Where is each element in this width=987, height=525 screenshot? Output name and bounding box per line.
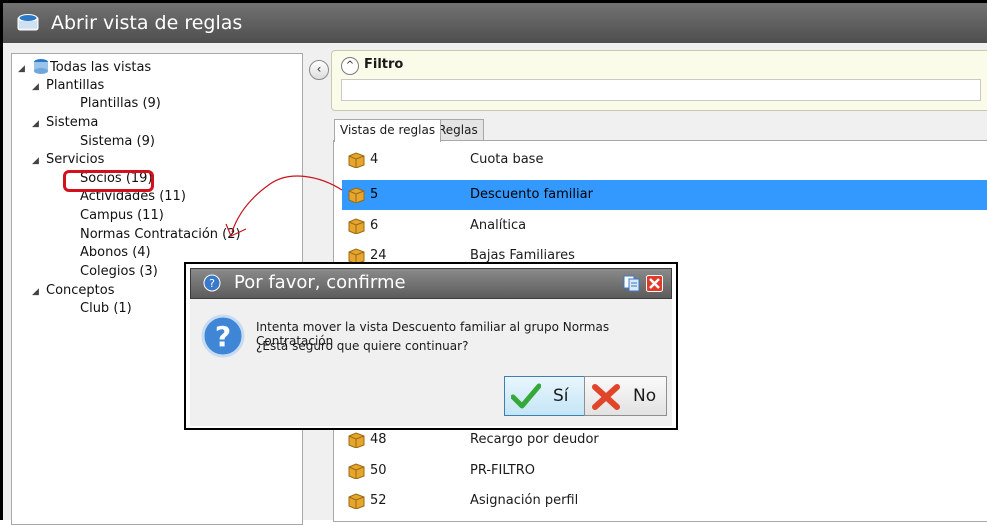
tree-group-label: Conceptos bbox=[46, 283, 115, 298]
view-name: Cuota base bbox=[470, 152, 544, 167]
tree-root-label: Todas las vistas bbox=[50, 60, 152, 75]
window-titlebar: Abrir vista de reglas bbox=[3, 3, 987, 43]
list-item-selected[interactable]: 5 Descuento familiar bbox=[342, 180, 987, 210]
tree-group-sistema[interactable]: ◢ Sistema bbox=[32, 114, 98, 132]
tree-group-plantillas[interactable]: ◢ Plantillas bbox=[32, 77, 104, 95]
collapse-panel-button[interactable]: ‹ bbox=[309, 60, 329, 80]
view-name: Asignación perfil bbox=[470, 493, 579, 508]
tree-group-label: Servicios bbox=[46, 152, 105, 167]
view-name: Analítica bbox=[470, 218, 527, 233]
expand-arrow-icon[interactable]: ◢ bbox=[32, 115, 46, 133]
view-id: 50 bbox=[370, 463, 387, 478]
filter-panel: ^ Filtro bbox=[331, 50, 987, 111]
tree-group-servicios[interactable]: ◢ Servicios bbox=[32, 151, 104, 169]
tree-item-campus[interactable]: Campus (11) bbox=[80, 207, 164, 225]
list-item[interactable]: 52 Asignación perfil bbox=[342, 486, 987, 516]
view-id: 52 bbox=[370, 493, 387, 508]
list-item[interactable]: 6 Analítica bbox=[342, 211, 987, 241]
svg-text:?: ? bbox=[209, 277, 215, 290]
copy-icon[interactable] bbox=[623, 275, 640, 292]
chevron-up-icon[interactable]: ^ bbox=[341, 57, 359, 75]
tree-item-normas-contratacion[interactable]: Normas Contratación (2) bbox=[80, 226, 241, 244]
close-icon[interactable] bbox=[646, 275, 663, 292]
list-item[interactable]: 50 PR-FILTRO bbox=[342, 456, 987, 486]
view-id: 4 bbox=[370, 152, 379, 167]
tree-group-label: Plantillas bbox=[46, 78, 105, 93]
expand-arrow-icon[interactable]: ◢ bbox=[18, 60, 32, 78]
expand-arrow-icon[interactable]: ◢ bbox=[32, 283, 46, 301]
folder-icon bbox=[348, 152, 365, 168]
dialog-body: ? Intenta mover la vista Descuento famil… bbox=[190, 299, 672, 426]
yes-button-label: Sí bbox=[553, 386, 569, 406]
x-icon bbox=[592, 384, 620, 410]
tree-item-colegios[interactable]: Colegios (3) bbox=[80, 263, 158, 281]
tree-root[interactable]: ◢ Todas las vistas bbox=[18, 58, 151, 76]
no-button[interactable]: No bbox=[584, 376, 667, 416]
view-name: PR-FILTRO bbox=[470, 463, 536, 478]
tab-vistas-de-reglas[interactable]: Vistas de reglas bbox=[334, 119, 442, 142]
tree-item-plantillas[interactable]: Plantillas (9) bbox=[80, 95, 161, 113]
tree-item-abonos[interactable]: Abonos (4) bbox=[80, 244, 151, 262]
view-id: 5 bbox=[370, 187, 379, 202]
folder-icon bbox=[348, 187, 365, 203]
tree-group-label: Sistema bbox=[46, 115, 99, 130]
filter-input[interactable] bbox=[341, 79, 981, 101]
dialog-question: ¿Está seguro que quiere continuar? bbox=[256, 339, 469, 353]
folder-icon bbox=[348, 218, 365, 234]
tree-item-club[interactable]: Club (1) bbox=[80, 300, 132, 318]
expand-arrow-icon[interactable]: ◢ bbox=[32, 78, 46, 96]
confirm-dialog: ? Por favor, confirme ? Intenta mover la… bbox=[184, 262, 678, 430]
window-title: Abrir vista de reglas bbox=[51, 12, 243, 34]
tree-item-sistema[interactable]: Sistema (9) bbox=[80, 133, 155, 151]
database-icon bbox=[34, 59, 48, 74]
yes-button[interactable]: Sí bbox=[504, 376, 587, 416]
folder-icon bbox=[348, 493, 365, 509]
help-icon: ? bbox=[203, 274, 221, 292]
check-icon bbox=[511, 383, 541, 409]
list-item[interactable]: 4 Cuota base bbox=[342, 145, 987, 175]
annotation-highlight-box bbox=[63, 170, 154, 192]
svg-text:?: ? bbox=[215, 320, 231, 353]
filter-label: Filtro bbox=[364, 57, 404, 72]
no-button-label: No bbox=[633, 386, 657, 406]
view-id: 6 bbox=[370, 218, 379, 233]
question-icon: ? bbox=[201, 314, 245, 358]
folder-icon bbox=[348, 432, 365, 448]
dialog-titlebar: ? Por favor, confirme bbox=[190, 268, 672, 299]
tree-group-conceptos[interactable]: ◢ Conceptos bbox=[32, 282, 115, 300]
database-folder-icon bbox=[17, 14, 39, 31]
view-name: Descuento familiar bbox=[470, 187, 593, 202]
folder-icon bbox=[348, 463, 365, 479]
dialog-title: Por favor, confirme bbox=[234, 272, 406, 293]
expand-arrow-icon[interactable]: ◢ bbox=[32, 152, 46, 170]
